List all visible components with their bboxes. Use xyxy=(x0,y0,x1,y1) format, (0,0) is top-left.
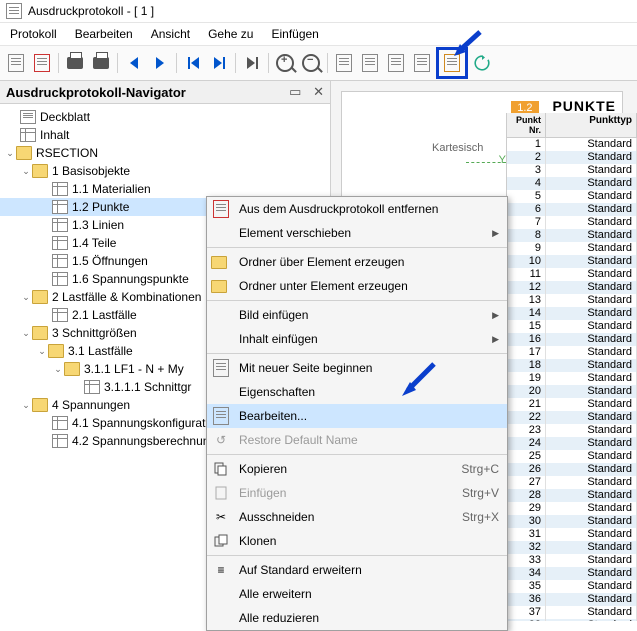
table-row: 10Standard xyxy=(507,255,637,268)
table-row: 29Standard xyxy=(507,502,637,515)
navigator-title: Ausdruckprotokoll-Navigator xyxy=(6,85,186,100)
ctx-copy[interactable]: KopierenStrg+C xyxy=(207,457,507,481)
coord-label: Kartesisch xyxy=(432,142,483,154)
ctx-expand-all[interactable]: Alle erweitern xyxy=(207,582,507,606)
table-row: 36Standard xyxy=(507,593,637,606)
table-row: 13Standard xyxy=(507,294,637,307)
menu-protokoll[interactable]: Protokoll xyxy=(10,27,57,41)
navigator-header: Ausdruckprotokoll-Navigator ▭ ✕ xyxy=(0,81,330,104)
col-punkttyp: Punkttyp xyxy=(546,113,637,137)
menubar: Protokoll Bearbeiten Ansicht Gehe zu Ein… xyxy=(0,23,637,45)
ctx-folder-over[interactable]: Ordner über Element erzeugen xyxy=(207,250,507,274)
ctx-cut[interactable]: ✂AusschneidenStrg+X xyxy=(207,505,507,529)
table-row: 7Standard xyxy=(507,216,637,229)
table-row: 5Standard xyxy=(507,190,637,203)
nav-prev-button[interactable] xyxy=(122,51,146,75)
export-excel-button[interactable] xyxy=(384,51,408,75)
nav-last-button[interactable] xyxy=(207,51,231,75)
table-row: 20Standard xyxy=(507,385,637,398)
table-row: 34Standard xyxy=(507,567,637,580)
section-title: PUNKTE xyxy=(552,98,616,114)
tree-deckblatt[interactable]: Deckblatt xyxy=(0,108,330,126)
axis-y-label: Y xyxy=(499,154,506,166)
table-row: 16Standard xyxy=(507,333,637,346)
table-row: 23Standard xyxy=(507,424,637,437)
table-row: 9Standard xyxy=(507,242,637,255)
annotation-arrow-toolbar xyxy=(450,28,484,62)
export-pdf-button[interactable] xyxy=(332,51,356,75)
new-doc-button[interactable] xyxy=(4,51,28,75)
ctx-newpage[interactable]: Mit neuer Seite beginnen xyxy=(207,356,507,380)
table-row: 25Standard xyxy=(507,450,637,463)
axis-y-line xyxy=(466,162,506,163)
table-row: 38Standard xyxy=(507,619,637,621)
table-row: 15Standard xyxy=(507,320,637,333)
table-row: 28Standard xyxy=(507,489,637,502)
table-row: 32Standard xyxy=(507,541,637,554)
menu-ansicht[interactable]: Ansicht xyxy=(151,27,190,41)
ctx-clone[interactable]: Klonen xyxy=(207,529,507,553)
table-row: 2Standard xyxy=(507,151,637,164)
table-row: 22Standard xyxy=(507,411,637,424)
annotation-arrow-edit xyxy=(398,360,438,400)
ctx-move[interactable]: Element verschieben▶ xyxy=(207,221,507,245)
menu-bearbeiten[interactable]: Bearbeiten xyxy=(75,27,133,41)
ctx-collapse-all[interactable]: Alle reduzieren xyxy=(207,606,507,630)
table-row: 31Standard xyxy=(507,528,637,541)
table-row: 30Standard xyxy=(507,515,637,528)
table-row: 6Standard xyxy=(507,203,637,216)
table-row: 14Standard xyxy=(507,307,637,320)
table-row: 21Standard xyxy=(507,398,637,411)
table-row: 17Standard xyxy=(507,346,637,359)
table-row: 24Standard xyxy=(507,437,637,450)
table-row: 4Standard xyxy=(507,177,637,190)
menu-einfuegen[interactable]: Einfügen xyxy=(271,27,318,41)
export-rtf-button[interactable] xyxy=(358,51,382,75)
menu-gehezu[interactable]: Gehe zu xyxy=(208,27,253,41)
ctx-insert-image[interactable]: Bild einfügen▶ xyxy=(207,303,507,327)
nav-first-button[interactable] xyxy=(181,51,205,75)
tree-basisobjekte[interactable]: ⌄1 Basisobjekte xyxy=(0,162,330,180)
table-row: 27Standard xyxy=(507,476,637,489)
tree-inhalt[interactable]: Inhalt xyxy=(0,126,330,144)
table-row: 12Standard xyxy=(507,281,637,294)
table-row: 11Standard xyxy=(507,268,637,281)
ctx-properties[interactable]: Eigenschaften xyxy=(207,380,507,404)
print-settings-button[interactable] xyxy=(89,51,113,75)
nav-next-button[interactable] xyxy=(148,51,172,75)
col-punkt-nr: Punkt Nr. xyxy=(507,113,546,137)
ctx-edit[interactable]: Bearbeiten... xyxy=(207,404,507,428)
table-row: 18Standard xyxy=(507,359,637,372)
section-heading: 1.2 PUNKTE xyxy=(511,98,616,114)
ctx-restore-name: ↺Restore Default Name xyxy=(207,428,507,452)
table-row: 33Standard xyxy=(507,554,637,567)
table-row: 26Standard xyxy=(507,463,637,476)
table-row: 1Standard xyxy=(507,138,637,151)
table-row: 35Standard xyxy=(507,580,637,593)
document-icon xyxy=(6,3,22,19)
zoom-out-button[interactable] xyxy=(299,51,323,75)
settings-button[interactable] xyxy=(410,51,434,75)
ctx-expand-std[interactable]: ≡Auf Standard erweitern xyxy=(207,558,507,582)
table-row: 19Standard xyxy=(507,372,637,385)
zoom-in-button[interactable] xyxy=(273,51,297,75)
delete-doc-button[interactable] xyxy=(30,51,54,75)
table-row: 3Standard xyxy=(507,164,637,177)
context-menu: Aus dem Ausdruckprotokoll entfernen Elem… xyxy=(206,196,508,631)
table-row: 8Standard xyxy=(507,229,637,242)
goto-button[interactable] xyxy=(240,51,264,75)
points-table: Punkt Nr. Punkttyp 1Standard2Standard3St… xyxy=(506,113,637,621)
titlebar: Ausdruckprotokoll - [ 1 ] xyxy=(0,0,637,23)
ctx-remove[interactable]: Aus dem Ausdruckprotokoll entfernen xyxy=(207,197,507,221)
panel-close-icon[interactable]: ✕ xyxy=(313,84,324,100)
table-row: 37Standard xyxy=(507,606,637,619)
toolbar xyxy=(0,45,637,81)
panel-float-icon[interactable]: ▭ xyxy=(289,84,301,100)
ctx-insert-content[interactable]: Inhalt einfügen▶ xyxy=(207,327,507,351)
window-title: Ausdruckprotokoll - [ 1 ] xyxy=(28,4,154,18)
tree-rsection[interactable]: ⌄RSECTION xyxy=(0,144,330,162)
ctx-paste: EinfügenStrg+V xyxy=(207,481,507,505)
ctx-folder-under[interactable]: Ordner unter Element erzeugen xyxy=(207,274,507,298)
print-button[interactable] xyxy=(63,51,87,75)
